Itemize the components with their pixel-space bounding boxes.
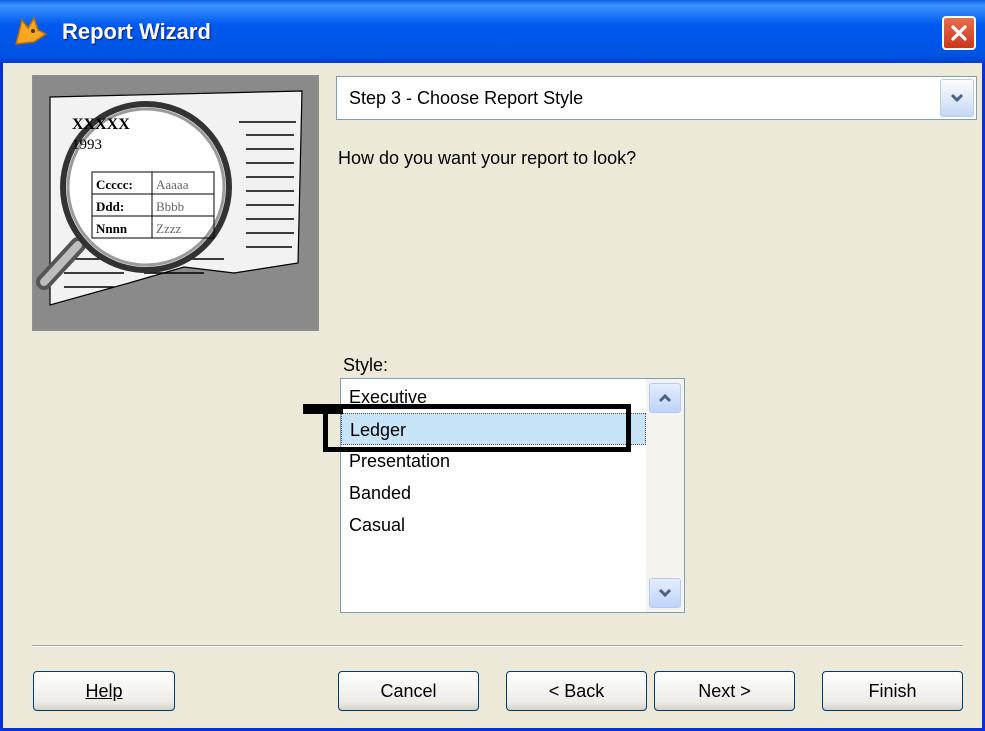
cancel-button-label: Cancel [380, 680, 437, 701]
illustration-row-label: Ddd: [96, 199, 124, 214]
style-scrollbar[interactable] [646, 379, 684, 612]
finish-button[interactable]: Finish [822, 671, 963, 711]
style-option-casual[interactable]: Casual [341, 509, 646, 541]
illustration-row-value: Zzzz [156, 221, 181, 236]
finish-button-label: Finish [868, 680, 917, 701]
illustration-row-label: Nnnn [96, 221, 128, 236]
close-button[interactable] [942, 16, 976, 50]
scroll-up-button[interactable] [649, 383, 681, 413]
title-bar[interactable]: Report Wizard [0, 0, 985, 63]
help-button-label: Help [85, 680, 123, 701]
step-dropdown-button[interactable] [940, 79, 974, 117]
illustration-year: 1993 [72, 137, 102, 153]
fox-icon [15, 16, 48, 45]
back-button[interactable]: < Back [506, 671, 647, 711]
illustration-row-label: Ccccc: [96, 177, 133, 192]
next-button-label: Next > [698, 680, 751, 701]
separator-line [32, 645, 963, 647]
step-dropdown-value: Step 3 - Choose Report Style [349, 88, 584, 108]
step-dropdown[interactable]: Step 3 - Choose Report Style [336, 76, 977, 120]
illustration-row-value: Aaaaa [156, 177, 189, 192]
help-button[interactable]: Help [33, 671, 175, 711]
illustration-row-value: Bbbb [156, 199, 184, 214]
illustration-heading: XXXXX [72, 116, 130, 133]
chevron-down-icon [950, 93, 964, 103]
next-button[interactable]: Next > [654, 671, 795, 711]
question-text: How do you want your report to look? [338, 148, 637, 168]
style-label: Style: [343, 355, 389, 375]
scroll-down-button[interactable] [649, 578, 681, 608]
highlight-box [323, 404, 631, 452]
cancel-button[interactable]: Cancel [338, 671, 479, 711]
window-title: Report Wizard [62, 19, 211, 44]
close-icon [951, 25, 967, 41]
report-wizard-window: Report Wizard XXXXX 1993 Ccccc: Aaaaa Dd… [0, 0, 985, 731]
magnifier-report-icon: XXXXX 1993 Ccccc: Aaaaa Ddd: Bbbb Nnnn Z… [36, 90, 303, 306]
chevron-up-icon [658, 393, 672, 403]
style-option-banded[interactable]: Banded [341, 477, 646, 509]
back-button-label: < Back [548, 680, 605, 701]
wizard-illustration: XXXXX 1993 Ccccc: Aaaaa Ddd: Bbbb Nnnn Z… [32, 75, 319, 331]
chevron-down-icon [658, 588, 672, 598]
